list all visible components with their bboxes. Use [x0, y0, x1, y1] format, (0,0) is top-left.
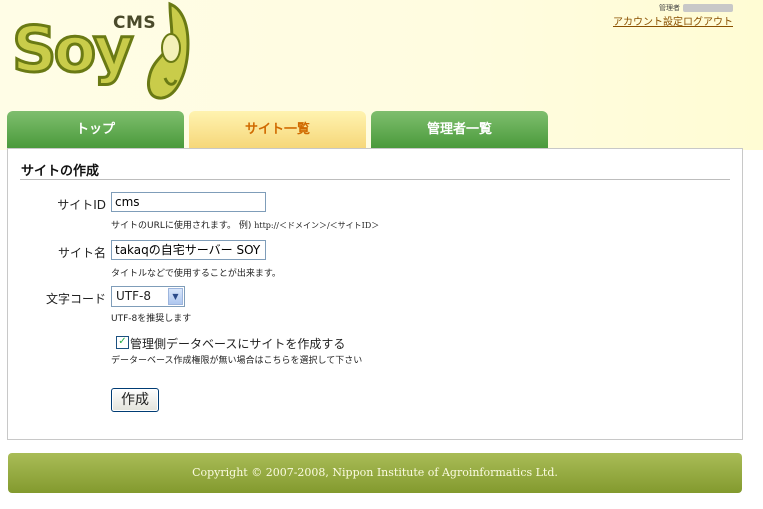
site-name-label: サイト名	[57, 246, 106, 260]
site-id-hint-example: http://＜ドメイン＞/＜サイトID＞	[254, 221, 380, 230]
logout-link[interactable]: ログアウト	[683, 17, 733, 28]
site-id-input[interactable]: cms	[111, 192, 266, 212]
page-title: サイトの作成	[21, 164, 100, 179]
admin-area: 管理者 アカウント設定ログアウト	[613, 3, 733, 28]
tab-site-list[interactable]: サイト一覧	[189, 111, 366, 148]
footer: Copyright © 2007-2008, Nippon Institute …	[8, 453, 742, 493]
charset-hint: UTF-8を推奨します	[111, 314, 192, 324]
account-settings-link[interactable]: アカウント設定	[613, 17, 683, 28]
charset-select[interactable]: UTF-8 ▼	[111, 286, 185, 307]
chevron-down-icon[interactable]: ▼	[168, 288, 183, 305]
admin-user-row: 管理者	[613, 3, 733, 13]
site-id-label: サイトID	[57, 198, 106, 212]
site-id-hint-text: サイトのURLに使用されます。 例)	[111, 221, 252, 231]
admin-db-hint: データーベース作成権限が無い場合はこちらを選択して下さい	[111, 356, 363, 366]
charset-selected-value: UTF-8	[116, 289, 151, 303]
site-id-hint: サイトのURLに使用されます。 例) http://＜ドメイン＞/＜サイトID＞	[111, 218, 379, 231]
tab-admin-list[interactable]: 管理者一覧	[371, 111, 548, 148]
admin-links: アカウント設定ログアウト	[613, 13, 733, 28]
site-name-input[interactable]: takaqの自宅サーバー SOY	[111, 240, 266, 260]
create-button[interactable]: 作成	[111, 388, 159, 412]
copyright-text: Copyright © 2007-2008, Nippon Institute …	[192, 466, 558, 479]
site-name-hint: タイトルなどで使用することが出来ます。	[111, 269, 281, 279]
admin-db-checkbox-label[interactable]: 管理側データベースにサイトを作成する	[130, 335, 345, 352]
logo-soy-text: Soy	[11, 13, 136, 86]
soy-cms-logo[interactable]: CMS Soy	[11, 0, 192, 104]
admin-name-redacted	[683, 4, 733, 12]
admin-db-checkbox[interactable]: ✓	[116, 336, 129, 349]
title-divider	[20, 179, 730, 180]
create-site-panel: サイトの作成 サイトID cms サイトのURLに使用されます。 例) http…	[7, 148, 743, 440]
admin-label: 管理者	[659, 4, 680, 12]
charset-label: 文字コード	[45, 292, 106, 306]
logo-bulb-icon	[147, 1, 190, 100]
tab-top[interactable]: トップ	[7, 111, 184, 148]
